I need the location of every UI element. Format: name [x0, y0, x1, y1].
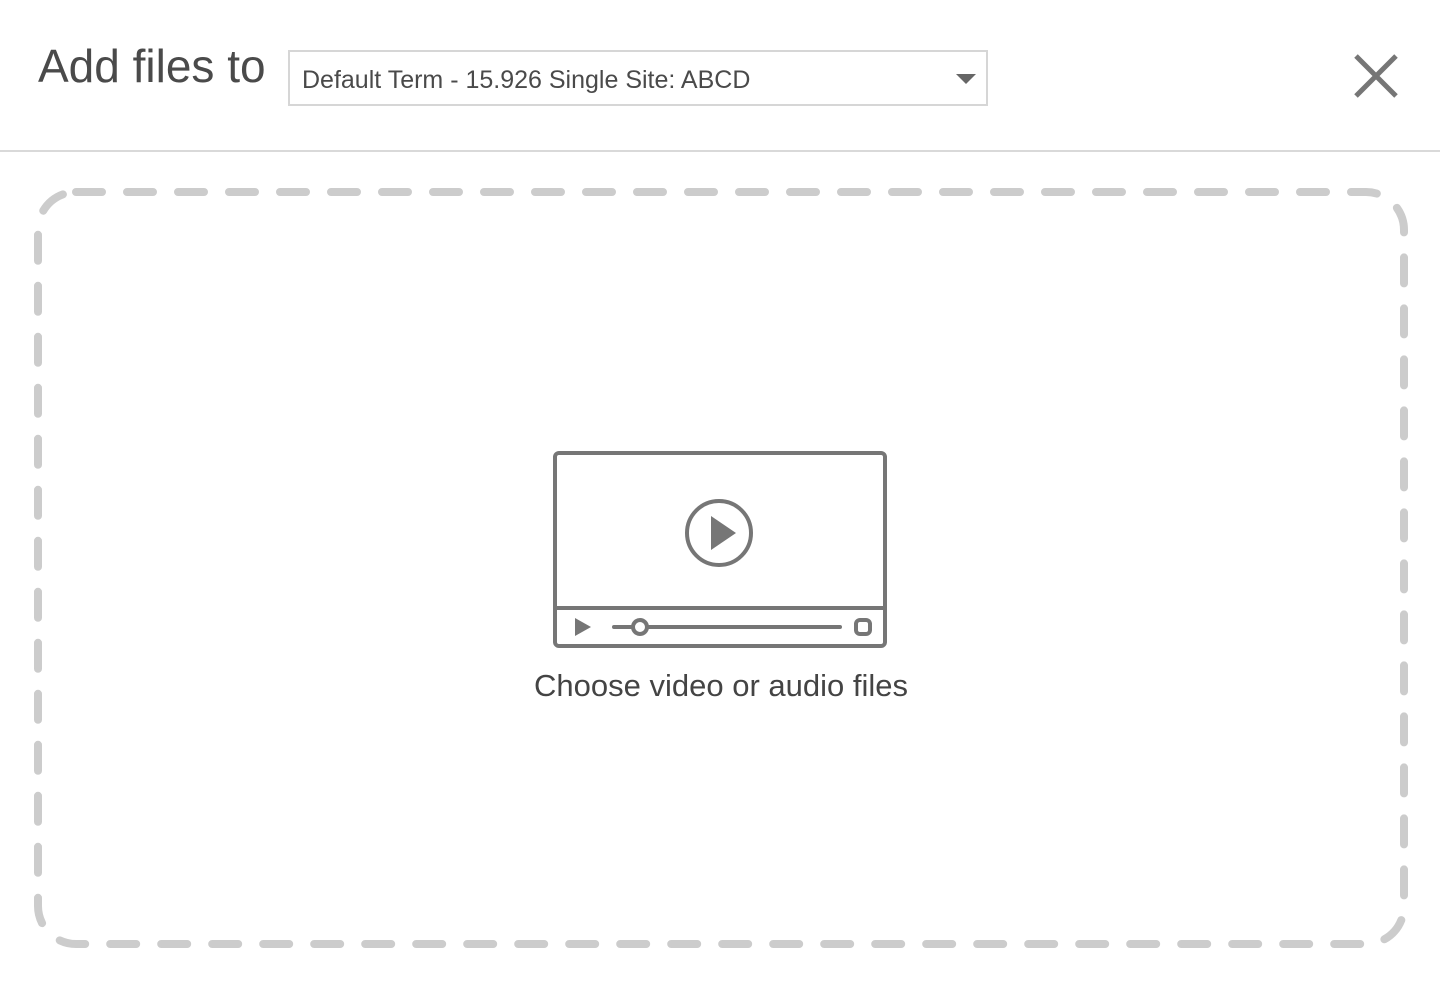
dropzone-prompt[interactable]: Choose video or audio files: [30, 668, 1412, 704]
destination-select-value: Default Term - 15.926 Single Site: ABCD: [302, 66, 751, 94]
small-play-icon: [575, 618, 591, 636]
dialog-title: Add files to: [38, 40, 266, 92]
play-circle-icon: [685, 499, 753, 567]
file-dropzone[interactable]: Choose video or audio files: [30, 184, 1412, 952]
close-button[interactable]: [1350, 50, 1402, 102]
close-icon: [1354, 54, 1398, 98]
fullscreen-icon: [854, 618, 872, 636]
dialog-header: Add files to Default Term - 15.926 Singl…: [0, 0, 1440, 152]
progress-knob: [631, 618, 649, 636]
destination-select[interactable]: Default Term - 15.926 Single Site: ABCD: [288, 50, 988, 106]
video-player-icon: [553, 451, 887, 648]
chevron-down-icon: [956, 74, 976, 84]
